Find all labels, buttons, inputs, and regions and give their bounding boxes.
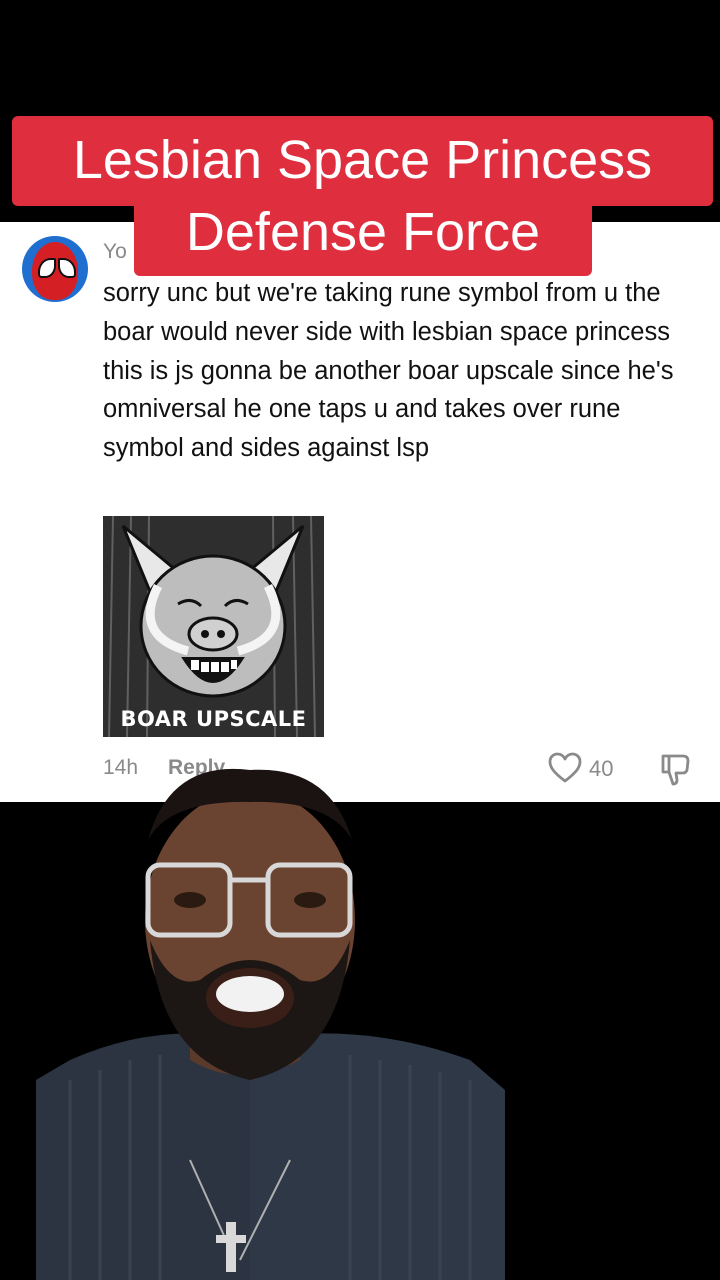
comment-text: sorry unc but we're taking rune symbol f… bbox=[103, 279, 674, 463]
boar-illustration bbox=[103, 516, 324, 737]
video-title-line-2: Defense Force bbox=[134, 196, 592, 276]
comment-username[interactable]: Yo bbox=[103, 240, 127, 264]
sticker-caption: BOAR UPSCALE bbox=[120, 707, 307, 731]
spiderman-avatar-icon[interactable] bbox=[22, 236, 88, 302]
video-title-line-1: Lesbian Space Princess bbox=[12, 116, 713, 206]
creator-video-figure bbox=[36, 768, 505, 1280]
boar-sticker-image: BOAR UPSCALE bbox=[103, 516, 324, 737]
